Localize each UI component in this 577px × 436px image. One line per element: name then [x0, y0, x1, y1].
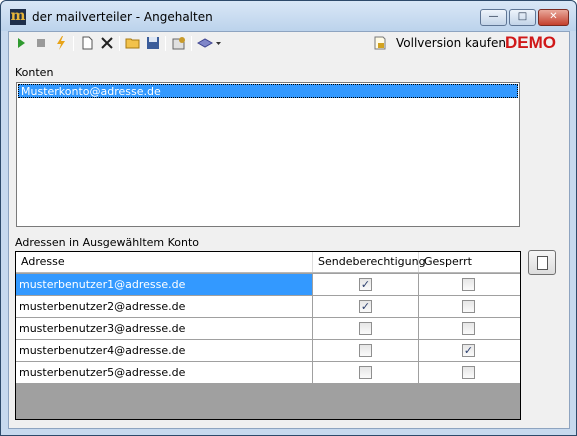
- gesperrt-checkbox[interactable]: [462, 322, 475, 335]
- table-row[interactable]: musterbenutzer1@adresse.de ✓: [16, 274, 520, 296]
- adresse-cell[interactable]: musterbenutzer5@adresse.de: [16, 362, 313, 383]
- adresse-cell[interactable]: musterbenutzer1@adresse.de: [16, 274, 313, 295]
- adressen-grid[interactable]: Adresse Sendeberechtigung Gesperrt muste…: [15, 251, 521, 420]
- sendeberechtigung-checkbox[interactable]: [359, 322, 372, 335]
- sendeberechtigung-checkbox[interactable]: ✓: [359, 300, 372, 313]
- app-logo-icon: m: [10, 8, 26, 25]
- column-header-adresse[interactable]: Adresse: [16, 252, 313, 272]
- save-icon[interactable]: [145, 35, 161, 51]
- toolbar-separator: [191, 36, 192, 51]
- close-button[interactable]: ✕: [538, 9, 569, 26]
- gesperrt-checkbox[interactable]: ✓: [462, 344, 475, 357]
- sendeberechtigung-checkbox[interactable]: ✓: [359, 278, 372, 291]
- sendeberechtigung-cell: ✓: [313, 274, 419, 295]
- toolbar-separator: [73, 36, 74, 51]
- main-window: m der mailverteiler - Angehalten — □ ✕ V…: [0, 0, 577, 436]
- adresse-cell[interactable]: musterbenutzer2@adresse.de: [16, 296, 313, 317]
- sendeberechtigung-cell: [313, 340, 419, 361]
- gesperrt-cell: [419, 318, 520, 339]
- gesperrt-checkbox[interactable]: [462, 278, 475, 291]
- sendeberechtigung-cell: [313, 318, 419, 339]
- sendeberechtigung-checkbox[interactable]: [359, 366, 372, 379]
- gesperrt-cell: [419, 296, 520, 317]
- toolbar: Vollversion kaufen DEMO: [9, 32, 569, 54]
- demo-badge: DEMO: [505, 33, 556, 52]
- konten-label: Konten: [15, 66, 54, 79]
- list-item[interactable]: Musterkonto@adresse.de: [18, 84, 518, 98]
- sendeberechtigung-cell: ✓: [313, 296, 419, 317]
- maximize-button[interactable]: □: [509, 9, 536, 26]
- adresse-cell[interactable]: musterbenutzer4@adresse.de: [16, 340, 313, 361]
- window-title: der mailverteiler - Angehalten: [32, 10, 213, 24]
- gesperrt-cell: ✓: [419, 340, 520, 361]
- title-bar[interactable]: m der mailverteiler - Angehalten — □ ✕: [1, 1, 576, 31]
- add-address-button[interactable]: [528, 250, 556, 275]
- open-folder-icon[interactable]: [125, 35, 141, 51]
- gesperrt-checkbox[interactable]: [462, 300, 475, 313]
- toolbar-separator: [119, 36, 120, 51]
- table-row[interactable]: musterbenutzer2@adresse.de ✓: [16, 296, 520, 318]
- gesperrt-cell: [419, 274, 520, 295]
- gesperrt-checkbox[interactable]: [462, 366, 475, 379]
- adressen-label: Adressen in Ausgewähltem Konto: [15, 236, 200, 249]
- lock-document-icon[interactable]: [372, 35, 388, 51]
- new-document-icon: [537, 256, 548, 270]
- delete-icon[interactable]: [99, 35, 115, 51]
- column-header-sendeberechtigung[interactable]: Sendeberechtigung: [313, 252, 426, 272]
- table-row[interactable]: musterbenutzer4@adresse.de ✓: [16, 340, 520, 362]
- sendeberechtigung-cell: [313, 362, 419, 383]
- lightning-icon[interactable]: [53, 35, 69, 51]
- play-icon[interactable]: [13, 35, 29, 51]
- gesperrt-cell: [419, 362, 520, 383]
- adresse-cell[interactable]: musterbenutzer3@adresse.de: [16, 318, 313, 339]
- layers-dropdown-icon[interactable]: [196, 35, 223, 51]
- grid-header: Adresse Sendeberechtigung Gesperrt: [16, 252, 520, 273]
- new-document-icon[interactable]: [79, 35, 95, 51]
- stop-icon[interactable]: [33, 35, 49, 51]
- minimize-button[interactable]: —: [480, 9, 507, 26]
- vollversion-kaufen-button[interactable]: Vollversion kaufen: [396, 36, 506, 50]
- client-area: Vollversion kaufen DEMO Konten Musterkon…: [8, 31, 570, 429]
- toolbar-separator: [165, 36, 166, 51]
- table-row[interactable]: musterbenutzer3@adresse.de: [16, 318, 520, 340]
- konten-list[interactable]: Musterkonto@adresse.de: [16, 82, 520, 227]
- column-header-gesperrt[interactable]: Gesperrt: [419, 252, 520, 272]
- sendeberechtigung-checkbox[interactable]: [359, 344, 372, 357]
- table-row[interactable]: musterbenutzer5@adresse.de: [16, 362, 520, 384]
- settings-icon[interactable]: [171, 35, 187, 51]
